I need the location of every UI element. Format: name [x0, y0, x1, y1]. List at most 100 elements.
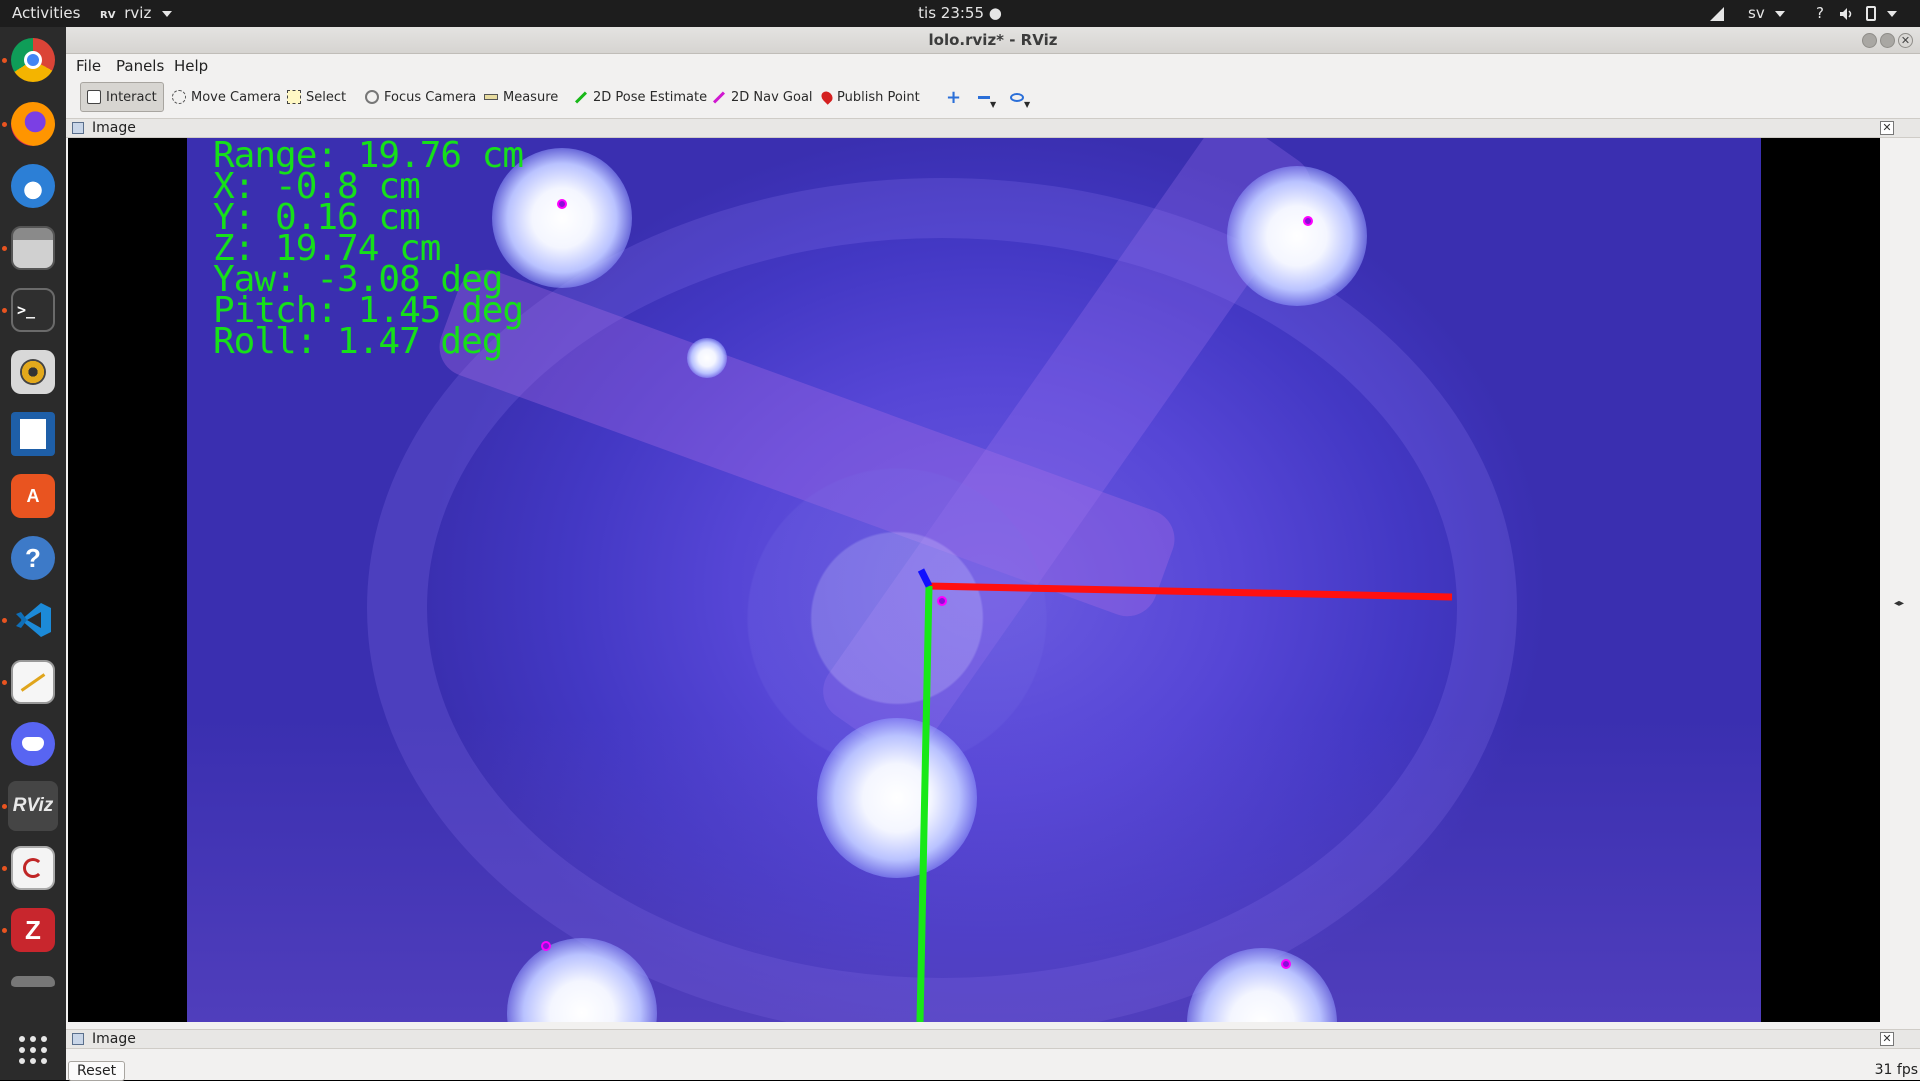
vscode-icon: [11, 598, 55, 642]
chrome-icon: [11, 38, 55, 82]
window-title: lolo.rviz* - RViz: [928, 31, 1058, 49]
panel-icon: [72, 122, 84, 134]
image-panel-header[interactable]: Image ✕: [66, 118, 1920, 138]
pose-estimate-label: 2D Pose Estimate: [593, 89, 708, 105]
chevron-down-icon: ▼: [1024, 99, 1031, 109]
writer-launcher[interactable]: [8, 409, 58, 459]
thunderbird-icon: [11, 164, 55, 208]
expand-arrows-icon: ◂▸: [1894, 598, 1905, 609]
minus-icon: [978, 95, 990, 99]
image-panel-header-bottom[interactable]: Image ✕: [66, 1029, 1920, 1049]
measure-tool-button[interactable]: Measure: [478, 82, 564, 112]
show-apps-icon: [11, 1028, 55, 1072]
zotero-launcher[interactable]: Z: [8, 905, 58, 955]
activities-button[interactable]: Activities: [12, 0, 80, 27]
image-panel-title: Image: [92, 1031, 136, 1047]
writer-icon: [11, 412, 55, 456]
focus-camera-label: Focus Camera: [384, 89, 477, 105]
ruler-icon: [484, 94, 498, 100]
image-panel-close-button[interactable]: ✕: [1880, 121, 1894, 135]
terminal-launcher[interactable]: >_: [8, 285, 58, 335]
app-menu[interactable]: RV rviz: [100, 0, 173, 27]
camera-view-tool-button[interactable]: ▼: [1004, 82, 1036, 112]
measure-label: Measure: [503, 89, 559, 105]
eye-icon: [1010, 92, 1024, 102]
help-menu-icon[interactable]: ?: [1816, 0, 1824, 27]
map-pin-icon: [819, 89, 835, 105]
running-indicator: [2, 866, 7, 871]
running-indicator: [2, 804, 7, 809]
minimize-button[interactable]: [1862, 33, 1877, 48]
menu-help[interactable]: Help: [174, 56, 208, 76]
software-icon: A: [11, 474, 55, 518]
show-applications-button[interactable]: [8, 1025, 58, 1075]
clock[interactable]: tis 23:55 ●: [0, 0, 1920, 27]
text-editor-launcher[interactable]: [8, 657, 58, 707]
chrome-launcher[interactable]: [8, 35, 58, 85]
image-panel-close-button[interactable]: ✕: [1880, 1032, 1894, 1046]
interact-label: Interact: [106, 89, 157, 105]
chevron-down-icon: [1886, 10, 1897, 17]
software-launcher[interactable]: A: [8, 471, 58, 521]
evince-launcher[interactable]: [8, 843, 58, 893]
drive-launcher[interactable]: [8, 967, 58, 987]
zotero-icon: Z: [11, 908, 55, 952]
select-tool-button[interactable]: Select: [281, 82, 352, 112]
running-indicator: [2, 246, 7, 251]
rviz-launcher[interactable]: RViz: [8, 781, 58, 831]
reset-button[interactable]: Reset: [68, 1061, 126, 1081]
firefox-icon: [11, 102, 55, 146]
thunderbird-launcher[interactable]: [8, 161, 58, 211]
discord-launcher[interactable]: [8, 719, 58, 769]
terminal-icon: >_: [11, 288, 55, 332]
remove-tool-button[interactable]: ▼: [972, 82, 1002, 112]
rhythmbox-launcher[interactable]: [8, 347, 58, 397]
select-rect-icon: [287, 90, 301, 104]
firefox-launcher[interactable]: [8, 99, 58, 149]
image-viewport[interactable]: Range: 19.76 cm X: -0.8 cm Y: 0.16 cm Z:…: [68, 138, 1880, 1022]
dock: >_ A ? RViz Z: [0, 27, 66, 1080]
keyboard-layout-label: sv: [1748, 4, 1765, 22]
running-indicator: [2, 618, 7, 623]
nav-goal-label: 2D Nav Goal: [731, 89, 813, 105]
menu-panels[interactable]: Panels: [116, 56, 164, 76]
nav-goal-tool-button[interactable]: 2D Nav Goal: [706, 82, 819, 112]
power-menu[interactable]: [1866, 0, 1897, 27]
gnome-top-bar: Activities RV rviz tis 23:55 ● sv ?: [0, 0, 1920, 27]
dock-splitter[interactable]: ◂▸: [1880, 138, 1920, 1022]
close-icon: ✕: [1882, 1032, 1892, 1045]
tool-bar: Interact Move Camera Select Focus Camera…: [66, 78, 1920, 118]
battery-icon: [1866, 6, 1876, 21]
move-camera-tool-button[interactable]: Move Camera: [166, 82, 287, 112]
keyboard-layout-menu[interactable]: sv: [1748, 0, 1786, 27]
pose-estimate-tool-button[interactable]: 2D Pose Estimate: [568, 82, 713, 112]
text-editor-icon: [11, 660, 55, 704]
app-menu-label: rviz: [124, 4, 152, 22]
files-icon: [11, 226, 55, 270]
running-indicator: [2, 928, 7, 933]
help-launcher[interactable]: ?: [8, 533, 58, 583]
y-axis-line: [916, 585, 933, 1022]
menu-file[interactable]: File: [76, 56, 101, 76]
files-launcher[interactable]: [8, 223, 58, 273]
panel-icon: [72, 1033, 84, 1045]
focus-camera-tool-button[interactable]: Focus Camera: [359, 82, 482, 112]
interact-tool-button[interactable]: Interact: [80, 82, 164, 112]
window-titlebar[interactable]: lolo.rviz* - RViz ✕: [66, 27, 1920, 54]
close-button[interactable]: ✕: [1898, 33, 1913, 48]
running-indicator: [2, 58, 7, 63]
green-arrow-icon: [574, 90, 588, 104]
volume-icon[interactable]: [1838, 0, 1854, 27]
running-indicator: [2, 122, 7, 127]
network-icon[interactable]: [1708, 0, 1726, 27]
maximize-button[interactable]: [1880, 33, 1895, 48]
rviz-icon: RViz: [12, 795, 54, 816]
drive-icon: [11, 976, 55, 987]
vscode-launcher[interactable]: [8, 595, 58, 645]
plus-icon: +: [946, 86, 962, 108]
roll-readout: Roll: 1.47 deg: [213, 321, 503, 362]
chevron-down-icon: [1775, 10, 1786, 17]
publish-point-tool-button[interactable]: Publish Point: [816, 82, 926, 112]
add-tool-button[interactable]: +: [940, 82, 967, 112]
select-label: Select: [306, 89, 347, 105]
